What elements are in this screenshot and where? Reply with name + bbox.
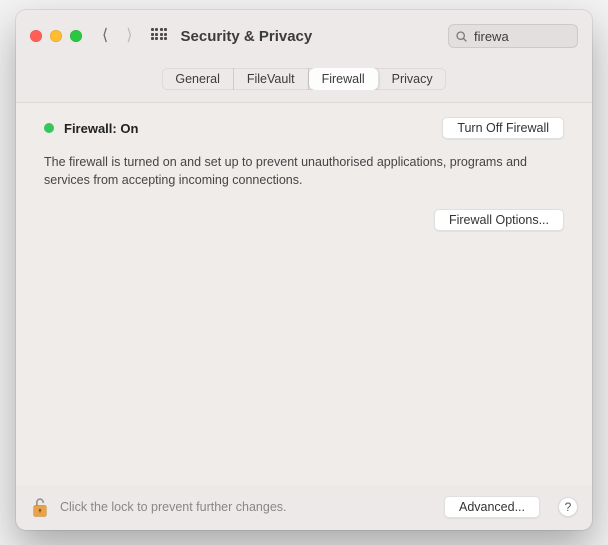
back-button[interactable]: ⟨ [102,28,108,44]
tab-firewall[interactable]: Firewall [309,68,379,90]
window-toolbar: ⟨ ⟩ Security & Privacy [16,10,592,62]
forward-button[interactable]: ⟩ [126,28,132,44]
tab-bar: General FileVault Firewall Privacy [16,62,592,102]
tab-label: Privacy [392,72,433,86]
lock-hint-label: Click the lock to prevent further change… [60,500,287,514]
firewall-description: The firewall is turned on and set up to … [44,153,534,189]
zoom-icon[interactable] [70,30,82,42]
help-button[interactable]: ? [558,497,578,517]
nav-controls: ⟨ ⟩ [102,28,133,44]
tab-general[interactable]: General [162,68,233,90]
tab-label: General [175,72,219,86]
show-all-icon[interactable] [151,28,167,44]
firewall-status-label: Firewall: On [64,121,138,136]
advanced-button[interactable]: Advanced... [444,496,540,518]
firewall-pane: Firewall: On Turn Off Firewall The firew… [16,102,592,486]
window-controls [30,30,82,42]
security-privacy-window: ⟨ ⟩ Security & Privacy [16,10,592,530]
turn-off-firewall-button[interactable]: Turn Off Firewall [442,117,564,139]
search-icon [455,30,468,43]
help-label: ? [565,500,572,514]
search-field[interactable] [448,24,578,48]
button-label: Turn Off Firewall [457,121,549,135]
window-title: Security & Privacy [181,28,313,45]
minimize-icon[interactable] [50,30,62,42]
close-icon[interactable] [30,30,42,42]
tab-label: FileVault [247,72,295,86]
tab-filevault[interactable]: FileVault [234,68,309,90]
tab-label: Firewall [322,72,365,86]
tab-privacy[interactable]: Privacy [379,68,446,90]
button-label: Firewall Options... [449,213,549,227]
firewall-options-button[interactable]: Firewall Options... [434,209,564,231]
status-indicator-icon [44,123,54,133]
button-label: Advanced... [459,500,525,514]
search-input[interactable] [474,29,592,44]
window-footer: Click the lock to prevent further change… [16,486,592,530]
lock-icon[interactable] [30,496,50,518]
